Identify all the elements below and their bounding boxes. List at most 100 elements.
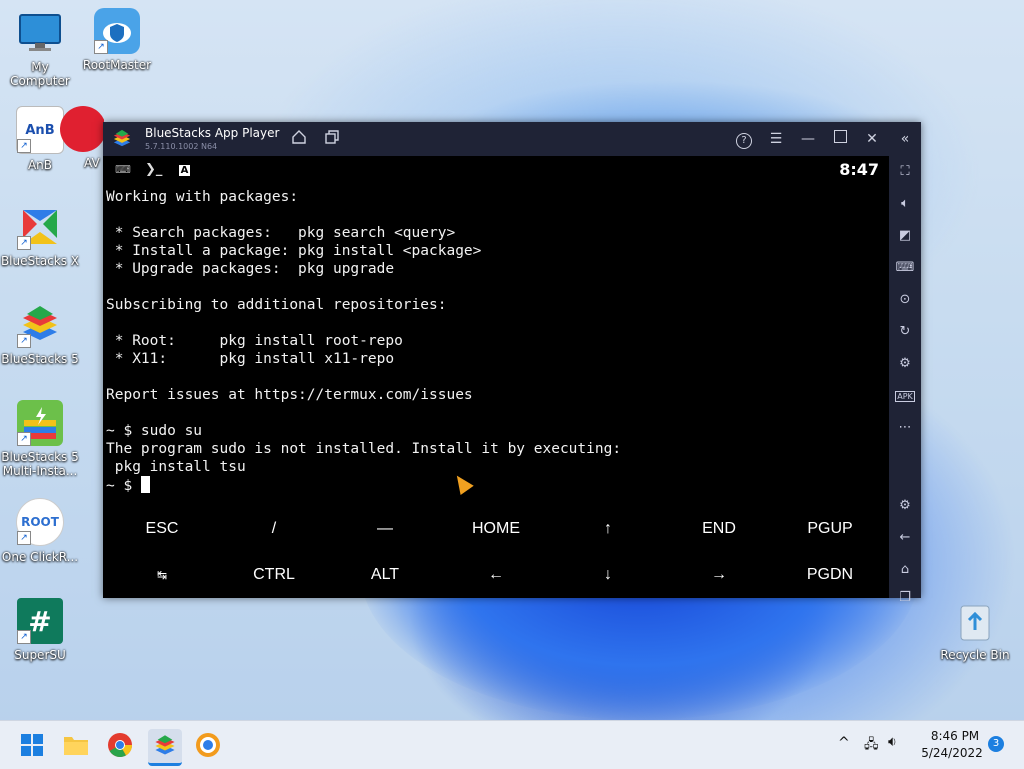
macro-button[interactable]: ⚙ (895, 354, 915, 374)
desktop-icon-recycle-bin[interactable]: Recycle Bin (935, 598, 1015, 662)
window-title: BlueStacks App Player (145, 126, 280, 140)
terminal-prompt-line[interactable]: ~ $ (106, 476, 886, 495)
minimize-icon: — (801, 131, 815, 147)
taskbar-time[interactable]: 8:46 PM (922, 729, 988, 743)
desktop-icon-label: RootMaster (82, 58, 152, 72)
desktop-icon-bluestacks-x[interactable]: ↗ BlueStacks X (0, 204, 80, 268)
terminal-line: ​ (106, 278, 886, 296)
emulator-screen[interactable]: ⌨ ❯_ A 8:47 Working with packages:​ * Se… (103, 156, 889, 598)
taskbar: ^ 🖧︎ 🔉︎ 8:46 PM 5/24/2022 3 (0, 720, 1024, 769)
anb-icon: AnB ↗ (16, 106, 64, 154)
key-slash[interactable]: / (218, 506, 330, 552)
desktop-icon-label: BlueStacks X (0, 254, 80, 268)
start-button[interactable] (16, 729, 48, 761)
bluestacks-icon (155, 735, 175, 755)
key-esc[interactable]: ESC (106, 506, 218, 552)
desktop-icon-supersu[interactable]: # ↗ SuperSU (0, 598, 80, 662)
home-button[interactable] (289, 129, 309, 149)
cursor-box-icon: ◩ (898, 228, 912, 243)
bluestacks-window[interactable]: BlueStacks App Player 5.7.110.1002 N64 ?… (103, 122, 921, 605)
terminal-line: pkg install tsu (106, 459, 246, 475)
key-ctrl[interactable]: CTRL (218, 552, 330, 598)
key-pgdn[interactable]: PGDN (774, 552, 886, 598)
recents-button[interactable]: ❐ (895, 588, 915, 608)
shortcut-arrow-icon: ↗ (17, 630, 31, 644)
key-tab[interactable]: ↹ (106, 552, 218, 598)
bluestacks-icon: ↗ (17, 302, 63, 348)
terminal-line: ​ (106, 368, 886, 386)
tray-chevron-up-icon[interactable]: ^ (838, 735, 850, 751)
collapse-sidebar-button[interactable]: « (895, 129, 915, 149)
volume-button[interactable]: 🔈︎ (895, 194, 915, 214)
help-button[interactable]: ? (734, 129, 754, 149)
a-badge-icon: A (178, 165, 191, 176)
taskbar-file-explorer[interactable] (60, 729, 92, 761)
key-end[interactable]: END (663, 506, 775, 552)
key-dash[interactable]: — (329, 506, 441, 552)
multi-instance-button[interactable] (322, 129, 342, 149)
taskbar-bluestacks[interactable] (148, 729, 182, 766)
terminal-icon: ❯_ (145, 162, 163, 177)
hash-glyph: # (28, 604, 52, 638)
desktop-icon-label: Recycle Bin (940, 648, 1010, 662)
key-home[interactable]: HOME (440, 506, 552, 552)
rotate-button[interactable]: ↻ (895, 322, 915, 342)
pointer-button[interactable]: ◩ (895, 226, 915, 246)
taskbar-chrome[interactable] (104, 729, 136, 761)
desktop-icon-bluestacks-multi[interactable]: ↗ BlueStacks 5 Multi-Insta... (0, 400, 80, 478)
extra-keys-bar: ESC / — HOME ↑ END PGUP ↹ CTRL ALT ← ↓ →… (103, 506, 889, 598)
keyboard-button[interactable]: ⌨ (895, 258, 915, 278)
desktop-icon-av[interactable]: AV (60, 106, 104, 170)
root-icon: ROOT ↗ (16, 498, 64, 546)
desktop-icon-bluestacks-5[interactable]: ↗ BlueStacks 5 (0, 302, 80, 366)
key-up[interactable]: ↑ (552, 506, 664, 552)
fullscreen-button[interactable]: ⛶ (895, 162, 915, 182)
back-arrow-icon: ← (899, 530, 911, 545)
speaker-icon: 🔈︎ (901, 196, 909, 211)
desktop-icon-my-computer[interactable]: My Computer (0, 10, 80, 88)
circle-app-icon (196, 733, 220, 757)
play-circle-icon: ⊙ (899, 292, 911, 307)
settings-button[interactable]: ⚙ (895, 496, 915, 516)
double-chevron-left-icon: « (900, 131, 910, 147)
close-icon: ✕ (866, 131, 878, 147)
shortcut-arrow-icon: ↗ (94, 40, 108, 54)
terminal-line: ~ $ sudo su (106, 423, 203, 439)
taskbar-date[interactable]: 5/24/2022 (916, 746, 988, 760)
minimize-button[interactable]: — (798, 129, 818, 149)
apk-button[interactable]: APK (895, 386, 915, 406)
terminal-line: ​ (106, 314, 886, 332)
gear-icon: ⚙ (899, 498, 911, 513)
terminal-line: * X11: pkg install x11-repo (106, 351, 395, 367)
back-button[interactable]: ← (895, 528, 915, 548)
shortcut-arrow-icon: ↗ (17, 139, 31, 153)
macro-icon: ⚙ (899, 356, 911, 371)
volume-icon[interactable]: 🔉︎ (888, 734, 897, 750)
record-button[interactable]: ⊙ (895, 290, 915, 310)
more-button[interactable]: ⋯ (895, 418, 915, 438)
desktop-icon-one-click-root[interactable]: ROOT ↗ One ClickR... (0, 498, 80, 564)
status-icons: ⌨ ❯_ A (115, 162, 191, 177)
terminal-output[interactable]: Working with packages:​ * Search package… (106, 188, 886, 495)
terminal-line: * Root: pkg install root-repo (106, 333, 403, 349)
close-button[interactable]: ✕ (862, 129, 882, 149)
desktop-icon-rootmaster[interactable]: ↗ RootMaster (77, 8, 157, 72)
key-pgup[interactable]: PGUP (774, 506, 886, 552)
terminal-line: Working with packages: (106, 189, 299, 205)
taskbar-app[interactable] (192, 729, 224, 761)
notification-badge[interactable]: 3 (988, 736, 1004, 752)
key-down[interactable]: ↓ (552, 552, 664, 598)
key-alt[interactable]: ALT (329, 552, 441, 598)
android-home-button[interactable]: ⌂ (895, 560, 915, 580)
terminal-line: ​ (106, 404, 886, 422)
bluestacks-x-icon: ↗ (17, 204, 63, 250)
key-right[interactable]: → (663, 552, 775, 598)
terminal-line: Subscribing to additional repositories: (106, 297, 447, 313)
window-titlebar[interactable]: BlueStacks App Player 5.7.110.1002 N64 ?… (103, 122, 921, 156)
menu-button[interactable]: ☰ (766, 129, 786, 149)
network-icon[interactable]: 🖧︎ (864, 735, 879, 757)
app-icon (60, 106, 104, 152)
maximize-button[interactable] (830, 129, 850, 149)
key-left[interactable]: ← (440, 552, 552, 598)
bluestacks-logo-icon (111, 128, 133, 150)
